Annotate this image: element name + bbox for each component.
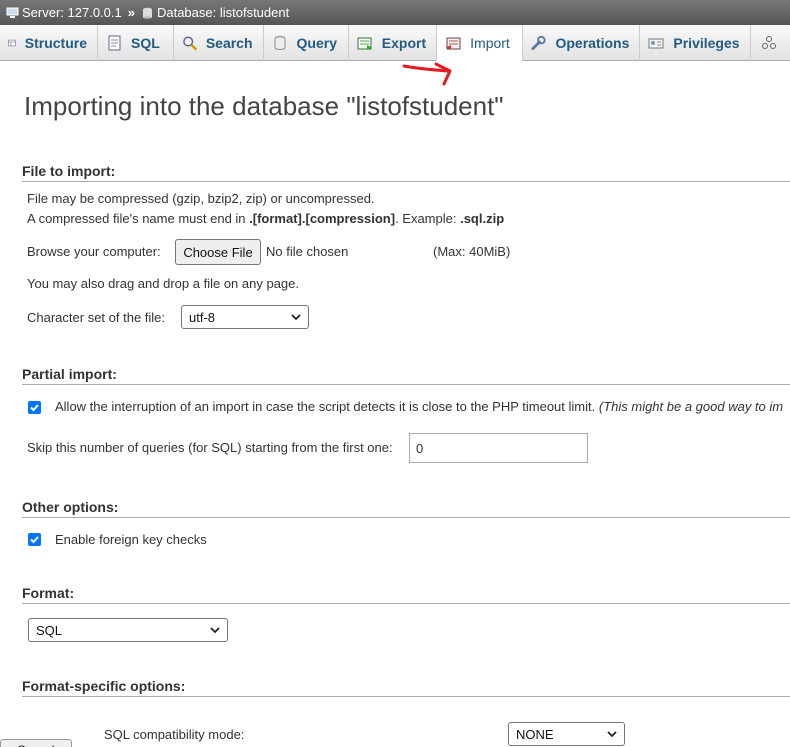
database-icon — [142, 7, 152, 19]
partial-import-heading: Partial import: — [22, 366, 790, 385]
compressed-name-prefix: A compressed file's name must end in — [27, 211, 250, 226]
skip-queries-value: 0 — [416, 440, 424, 456]
drag-drop-note: You may also drag and drop a file on any… — [27, 276, 299, 291]
format-specific-heading: Format-specific options: — [22, 678, 790, 697]
chevron-down-icon — [607, 731, 617, 738]
search-icon — [182, 36, 197, 51]
charset-select-value: utf-8 — [189, 309, 216, 325]
format-heading: Format: — [22, 585, 790, 604]
tab-bar: Structure SQL Search Query Export Import… — [0, 25, 790, 62]
tab-operations[interactable]: Operations — [523, 25, 641, 61]
tab-sql[interactable]: SQL — [98, 25, 174, 61]
browse-label: Browse your computer: — [27, 244, 161, 259]
allow-interrupt-checkbox[interactable] — [28, 401, 41, 414]
checkmark-icon — [30, 536, 39, 544]
tab-query[interactable]: Query — [264, 25, 349, 61]
tab-search-label: Search — [205, 35, 253, 51]
allow-interrupt-text: Allow the interruption of an import in c… — [55, 399, 783, 414]
privileges-icon — [648, 38, 664, 49]
foreign-key-checkbox[interactable] — [28, 533, 41, 546]
tab-search[interactable]: Search — [174, 25, 264, 61]
tab-privileges-label: Privileges — [673, 35, 740, 51]
tab-privileges[interactable]: Privileges — [640, 25, 751, 61]
cancel-button[interactable]: Cancel — [0, 739, 72, 747]
tab-import[interactable]: Import — [437, 25, 524, 62]
sql-compat-select[interactable]: NONE — [508, 722, 625, 746]
compression-note: File may be compressed (gzip, bzip2, zip… — [27, 191, 375, 206]
tab-export[interactable]: Export — [349, 25, 438, 61]
sql-compat-label: SQL compatibility mode: — [104, 727, 245, 742]
tab-sql-label: SQL — [131, 35, 160, 51]
compressed-name-note: A compressed file's name must end in .[f… — [27, 211, 504, 226]
format-select-value: SQL — [36, 622, 63, 638]
page: Server: 127.0.0.1 » Database: listofstud… — [0, 0, 790, 747]
foreign-key-label: Enable foreign key checks — [55, 532, 207, 547]
query-icon — [274, 36, 286, 50]
charset-label: Character set of the file: — [27, 310, 166, 325]
tab-structure[interactable]: Structure — [0, 25, 98, 61]
export-icon — [357, 37, 372, 50]
compressed-name-mid: . Example: — [395, 211, 461, 226]
chevron-down-icon — [291, 314, 301, 321]
allow-interrupt-label: Allow the interruption of an import in c… — [55, 399, 596, 414]
skip-queries-input[interactable]: 0 — [409, 433, 588, 463]
skip-queries-label: Skip this number of queries (for SQL) st… — [27, 440, 393, 455]
charset-select[interactable]: utf-8 — [181, 305, 309, 329]
wrench-icon — [531, 35, 547, 51]
breadcrumb-server[interactable]: Server: 127.0.0.1 — [6, 5, 122, 20]
format-select[interactable]: SQL — [28, 618, 228, 642]
breadcrumb: Server: 127.0.0.1 » Database: listofstud… — [0, 0, 790, 25]
other-options-heading: Other options: — [22, 499, 790, 518]
breadcrumb-server-label: Server: 127.0.0.1 — [22, 5, 122, 20]
allow-interrupt-note: (This might be a good way to im — [598, 399, 784, 414]
breadcrumb-database-label: Database: listofstudent — [156, 5, 290, 20]
structure-icon — [8, 39, 16, 47]
routines-icon — [762, 36, 776, 49]
tab-operations-label: Operations — [555, 35, 630, 51]
breadcrumb-separator: » — [127, 5, 135, 20]
checkmark-icon — [30, 404, 39, 412]
no-file-chosen: No file chosen — [266, 244, 349, 259]
page-title: Importing into the database "listofstude… — [24, 91, 504, 121]
tab-query-label: Query — [296, 35, 337, 51]
file-to-import-heading: File to import: — [22, 163, 790, 182]
import-icon — [446, 37, 461, 50]
sql-compat-value: NONE — [516, 726, 554, 742]
choose-file-button[interactable]: Choose File — [175, 239, 261, 265]
tab-more[interactable] — [751, 25, 790, 61]
sql-icon — [108, 35, 121, 51]
tab-structure-label: Structure — [24, 35, 87, 51]
compressed-name-example: .sql.zip — [460, 211, 505, 226]
compressed-name-format: .[format].[compression] — [249, 211, 396, 226]
server-icon — [6, 7, 19, 18]
tab-export-label: Export — [381, 35, 427, 51]
chevron-down-icon — [210, 627, 220, 634]
breadcrumb-database[interactable]: Database: listofstudent — [141, 5, 289, 20]
tab-import-label: Import — [470, 35, 510, 51]
max-upload-size: (Max: 40MiB) — [433, 244, 511, 259]
